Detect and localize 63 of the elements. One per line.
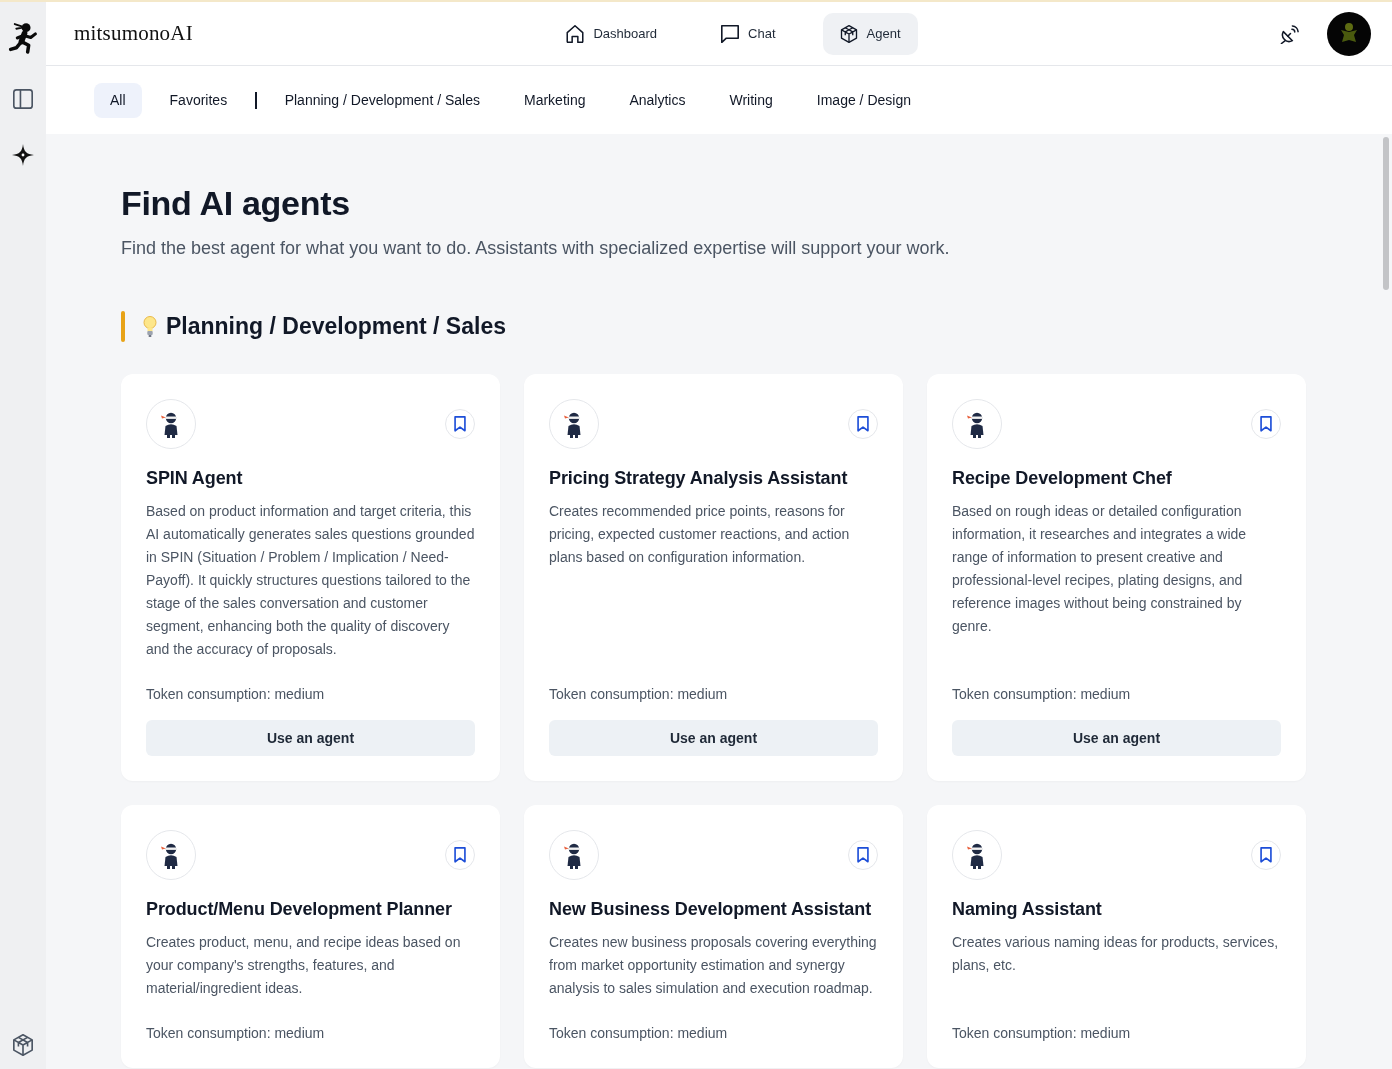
category-tab[interactable]: Analytics [613, 82, 702, 118]
sparkle-icon[interactable] [12, 144, 34, 166]
agent-description: Creates recommended price points, reasons for pricing, expected customer reactions, and action plans based on configuration information. [549, 502, 851, 567]
filter-tab[interactable]: All [94, 82, 142, 118]
page-subtitle: Find the best agent for what you want to do. Assistants with specialized expertise will support your work. [121, 237, 951, 260]
use-agent-button[interactable]: Use an agent [146, 720, 475, 756]
brand-name: mitsumonoAI [74, 21, 193, 46]
nav-tab[interactable]: Agent [822, 12, 918, 55]
satellite-dish-icon[interactable] [1280, 23, 1300, 44]
token-consumption: Token consumption: medium [549, 1024, 729, 1043]
bookmark-button[interactable] [445, 840, 475, 870]
category-tab[interactable]: Planning / Development / Sales [268, 82, 496, 118]
bookmark-icon [857, 416, 869, 432]
agent-name: New Business Development Assistant [549, 898, 873, 921]
accent-bar [121, 311, 125, 342]
agent-name: Pricing Strategy Analysis Assistant [549, 467, 849, 490]
token-consumption: Token consumption: medium [146, 1024, 326, 1043]
agent-name: Naming Assistant [952, 898, 1103, 921]
ninja-figure-icon [146, 830, 196, 880]
use-agent-button[interactable]: Use an agent [952, 720, 1281, 756]
category-tab[interactable]: Writing [713, 82, 789, 118]
ninja-figure-icon [146, 399, 196, 449]
bookmark-icon [454, 847, 466, 863]
filter-tab[interactable]: Favorites [153, 82, 244, 118]
page-title: Find AI agents [121, 183, 351, 223]
agent-description: Creates new business proposals covering everything from market opportunity estimation and synergy analysis to sales simulation and execution roadmap. [549, 933, 878, 998]
agent-description: Based on product information and target criteria, this AI automatically generates sales questions grounded in SPIN (Situation / Problem / Implication / Need-Payoff). It quickly structures questions tailored to the stage of the sales conversation and customer segment, enhancing both the quality of discovery and the accuracy of proposals. [146, 502, 475, 659]
ninja-figure-icon [549, 830, 599, 880]
token-consumption: Token consumption: medium [952, 1024, 1132, 1043]
agent-name: Product/Menu Development Planner [146, 898, 453, 921]
ninja-figure-icon [549, 399, 599, 449]
bookmark-icon [1260, 847, 1272, 863]
bookmark-button[interactable] [848, 840, 878, 870]
agent-name: SPIN Agent [146, 467, 244, 490]
bookmark-icon [454, 416, 466, 432]
cube-icon [839, 24, 858, 43]
bookmark-button[interactable] [1251, 840, 1281, 870]
avatar-icon[interactable] [1327, 11, 1371, 56]
side-panel-icon[interactable] [13, 89, 33, 109]
home-icon [566, 24, 585, 43]
bookmark-button[interactable] [1251, 409, 1281, 439]
cube-icon[interactable] [12, 1034, 34, 1056]
category-tab[interactable]: Image / Design [800, 82, 927, 118]
ninja-figure-icon [952, 399, 1002, 449]
bookmark-button[interactable] [848, 409, 878, 439]
running-figure-icon[interactable] [8, 22, 38, 54]
section-title: Planning / Development / Sales [166, 313, 506, 340]
token-consumption: Token consumption: medium [549, 685, 729, 704]
agent-description: Creates product, menu, and recipe ideas based on your company's strengths, features, and material/ingredient ideas. [146, 933, 462, 998]
token-consumption: Token consumption: medium [952, 685, 1132, 704]
chat-bubble-icon [721, 24, 740, 43]
use-agent-button[interactable]: Use an agent [549, 720, 878, 756]
token-consumption: Token consumption: medium [146, 685, 326, 704]
agent-name: Recipe Development Chef [952, 467, 1173, 490]
scrollbar-thumb[interactable] [1383, 137, 1389, 290]
bookmark-icon [857, 847, 869, 863]
agent-description: Creates various naming ideas for products, services, plans, etc. [952, 933, 1280, 975]
bookmark-icon [1260, 416, 1272, 432]
agent-description: Based on rough ideas or detailed configuration information, it researches and integrates a wide range of information to present creative and professional-level recipes, plating designs, and reference images without being constrained by genre. [952, 502, 1248, 636]
ninja-figure-icon [952, 830, 1002, 880]
lightbulb-icon [143, 316, 157, 337]
bookmark-button[interactable] [445, 409, 475, 439]
category-tab[interactable]: Marketing [508, 82, 602, 118]
